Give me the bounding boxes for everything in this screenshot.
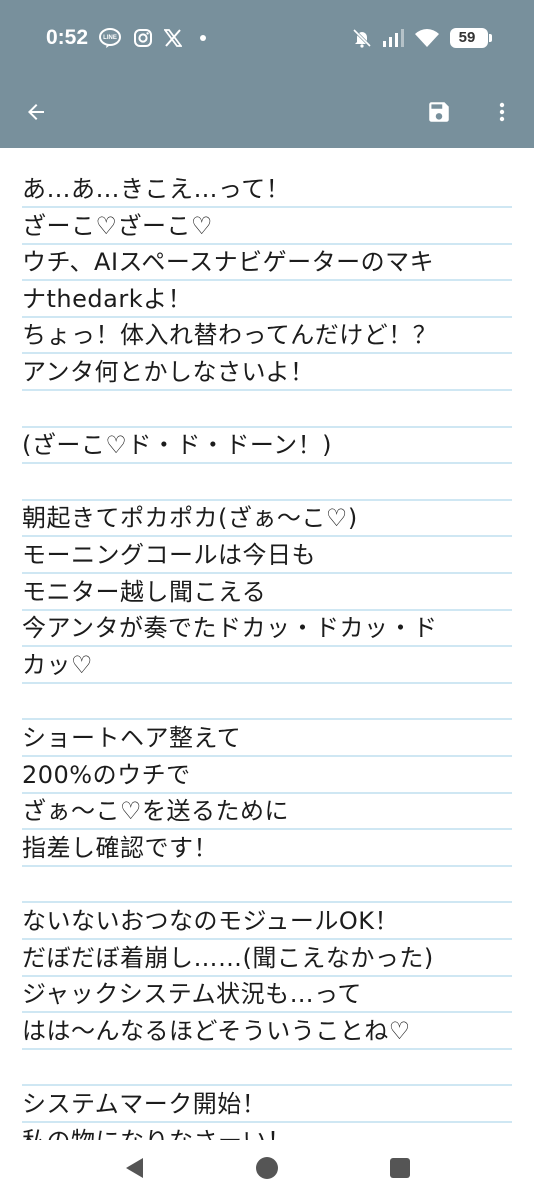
status-time: 0:52 <box>46 26 89 49</box>
text-line: 今アンタが奏でたドカッ・ドカッ・ド <box>22 609 512 648</box>
text-line-content: モニター越し聞こえる <box>22 577 267 606</box>
text-line-content: あ…あ…きこえ…って！ <box>22 175 291 203</box>
text-line: 200%のウチで <box>22 756 512 794</box>
text-line: ざーこ♡ざーこ♡ <box>22 207 512 245</box>
text-line-content: ウチ、AIスペースナビゲーターのマキ <box>22 248 435 277</box>
text-line-content: 朝起きてポカポカ(ざぁ〜こ♡) <box>22 504 358 533</box>
text-line-content: モーニングコールは今日も <box>22 541 316 569</box>
lyrics-text-editor[interactable]: あ…あ…きこえ…って！ ざーこ♡ざーこ♡ ウチ、AIスペースナビゲーターのマキ ナth… <box>0 150 534 1140</box>
text-line: ないないおつなのモジュールOK！ <box>22 902 512 940</box>
text-line-content: (ざーこ♡ド・ド・ドーン！) <box>22 431 333 460</box>
text-line-content: 200%のウチで <box>22 760 191 789</box>
x-icon <box>163 27 183 49</box>
save-icon <box>426 99 452 129</box>
text-line <box>22 1048 512 1087</box>
text-line-content: ざーこ♡ざーこ♡ <box>22 211 214 240</box>
nav-recents-button[interactable] <box>376 1146 424 1194</box>
line-icon-label: LINE <box>103 35 117 41</box>
nav-back-button[interactable] <box>110 1146 158 1194</box>
text-line: アンタ何とかしなさいよ！ <box>22 353 512 391</box>
instagram-icon <box>133 27 153 49</box>
text-line-content: はは〜んなるほどそういうことね♡ <box>22 1016 411 1045</box>
text-line-content: 指差し確認です！ <box>22 833 218 862</box>
text-line-content: アンタ何とかしなさいよ！ <box>22 358 315 386</box>
text-line: はは〜んなるほどそういうことね♡ <box>22 1012 512 1050</box>
text-line: ジャックシステム状況も…って <box>22 975 512 1014</box>
text-line: 朝起きてポカポカ(ざぁ〜こ♡) <box>22 499 512 538</box>
app-bar <box>0 78 534 148</box>
signal-icon <box>381 27 405 49</box>
battery-level: 59 <box>458 29 476 46</box>
text-line: ざぁ〜こ♡を送るために <box>22 792 512 831</box>
more-vert-icon <box>490 100 514 128</box>
text-line: ナthedarkよ！ <box>22 280 512 318</box>
text-line: だぼだぼ着崩し……(聞こえなかった) <box>22 939 512 977</box>
save-button[interactable] <box>417 92 461 136</box>
text-line: システムマーク開始！ <box>22 1085 512 1123</box>
text-line: ちょっ！体入れ替わってんだけど！？ <box>22 316 512 355</box>
nav-home-icon <box>255 1156 279 1184</box>
text-line-content: システムマーク開始！ <box>22 1090 267 1118</box>
text-line-content: ざぁ〜こ♡を送るために <box>22 797 290 826</box>
status-bar: 0:52 LINE 59 <box>0 0 534 78</box>
dot-icon <box>198 27 208 49</box>
mute-icon <box>351 27 373 49</box>
nav-back-icon <box>123 1156 145 1184</box>
text-line <box>22 865 512 904</box>
back-button[interactable] <box>14 92 58 136</box>
text-line-content: ショートヘア整えて <box>22 724 242 752</box>
text-line: モニター越し聞こえる <box>22 573 512 611</box>
more-options-button[interactable] <box>480 92 524 136</box>
text-line <box>22 390 512 428</box>
wifi-icon <box>414 27 440 49</box>
text-line: 私の物になりなさーい！ <box>22 1122 512 1140</box>
arrow-back-icon <box>24 100 48 128</box>
text-line: ウチ、AIスペースナビゲーターのマキ <box>22 243 512 282</box>
text-line-content: ジャックシステム状況も…って <box>22 980 362 1009</box>
text-line: (ざーこ♡ド・ド・ドーン！) <box>22 426 512 465</box>
text-line <box>22 682 512 721</box>
text-line: カッ♡ <box>22 646 512 684</box>
text-line: 指差し確認です！ <box>22 829 512 867</box>
text-line-content: カッ♡ <box>22 650 94 679</box>
text-line-content: 私の物になりなさーい！ <box>22 1121 292 1140</box>
text-line-content: 今アンタが奏でたドカッ・ドカッ・ド <box>22 614 438 643</box>
text-line-content: ナthedarkよ！ <box>22 284 193 313</box>
navigation-bar <box>0 1140 534 1199</box>
text-line-content: ないないおつなのモジュールOK！ <box>22 907 399 935</box>
text-line: あ…あ…きこえ…って！ <box>22 170 512 208</box>
nav-home-button[interactable] <box>243 1146 291 1194</box>
text-line: ショートヘア整えて <box>22 719 512 757</box>
text-line-content: ちょっ！体入れ替わってんだけど！？ <box>22 321 438 350</box>
text-line-content: だぼだぼ着崩し……(聞こえなかった) <box>22 943 434 972</box>
battery-icon: 59 <box>448 27 492 49</box>
nav-recents-icon <box>389 1157 411 1183</box>
text-line: モーニングコールは今日も <box>22 536 512 574</box>
text-line <box>22 463 512 501</box>
